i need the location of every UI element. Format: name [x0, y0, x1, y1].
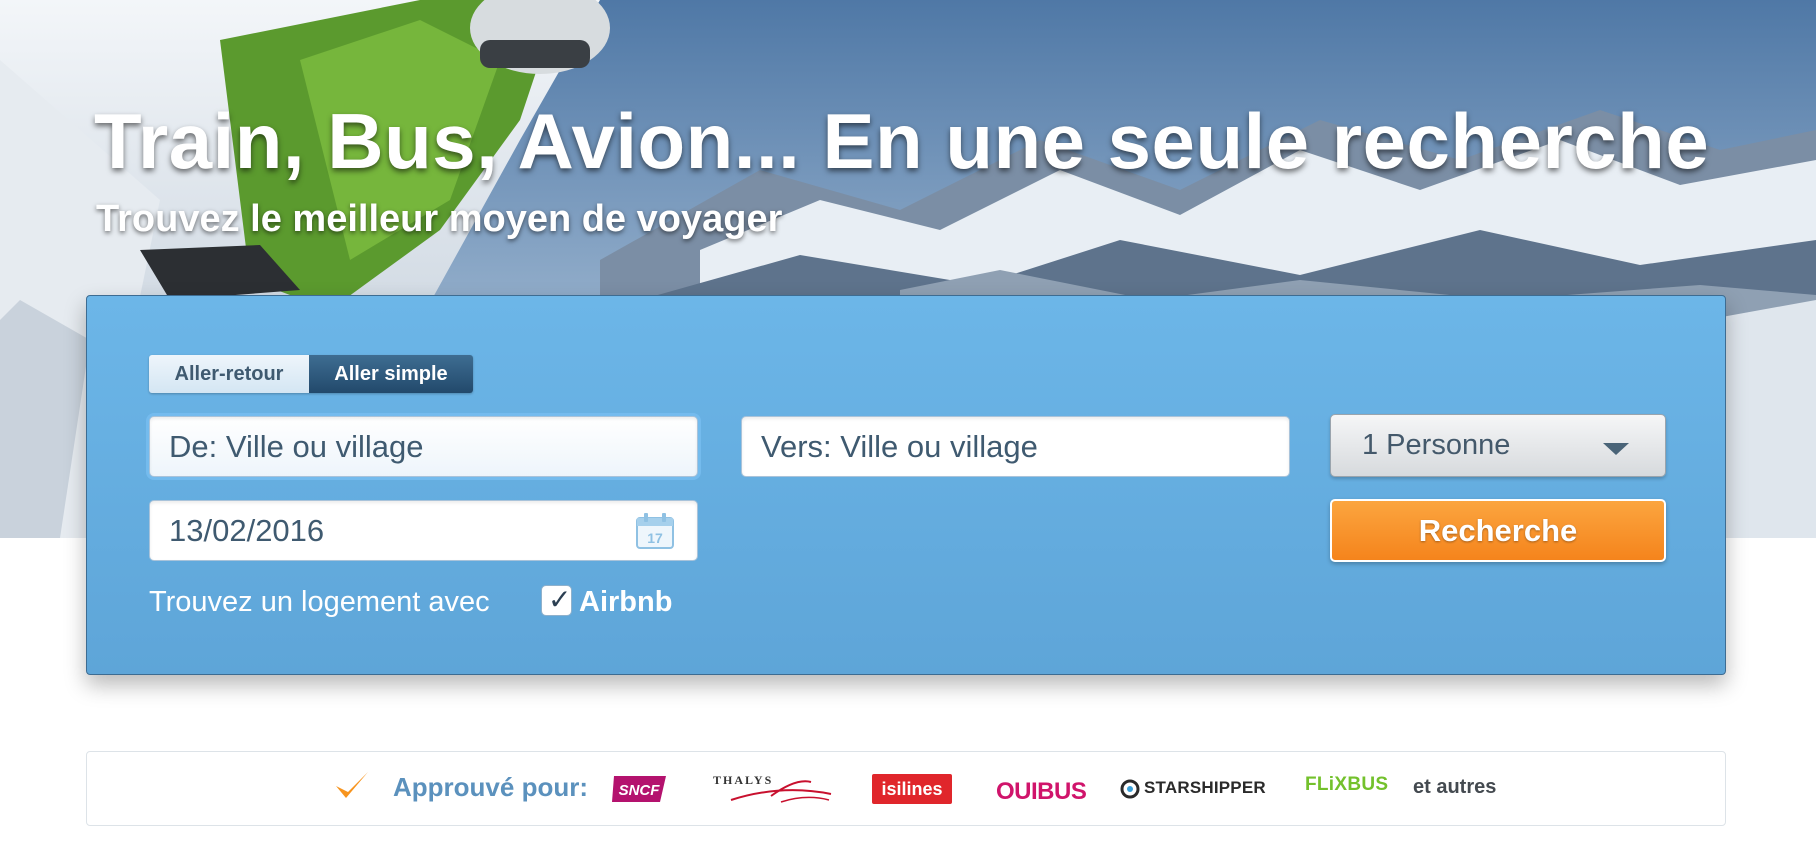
flixbus-logo: FLiXBUS: [1305, 774, 1391, 802]
calendar-icon[interactable]: 17: [635, 512, 675, 550]
hero-subtitle: Trouvez le meilleur moyen de voyager: [96, 198, 783, 240]
one-way-tab[interactable]: Aller simple: [309, 355, 473, 393]
airbnb-checkbox[interactable]: ✓: [541, 584, 572, 616]
ouibus-logo-text: OUIBUS: [996, 778, 1087, 805]
sncf-logo: SNCF: [612, 776, 666, 802]
calendar-icon-day: 17: [647, 530, 663, 546]
airbnb-label: Trouvez un logement avec: [149, 586, 490, 618]
search-button[interactable]: Recherche: [1330, 499, 1666, 562]
airbnb-brand-label: Airbnb: [579, 586, 673, 618]
more-partners-label: et autres: [1413, 776, 1497, 798]
check-icon: ✓: [548, 584, 572, 615]
thalys-logo-text: THALYS: [713, 773, 773, 787]
approved-partners-bar: Approuvé pour: SNCF THALYS isilines OUIB…: [86, 751, 1726, 826]
approved-label: Approuvé pour:: [393, 772, 588, 802]
round-trip-tab[interactable]: Aller-retour: [149, 355, 309, 393]
starshipper-mark-icon: [1120, 779, 1140, 799]
sncf-logo-text: SNCF: [619, 782, 661, 799]
flixbus-logo-text: FLiXBUS: [1305, 774, 1389, 795]
isilines-logo-text: isilines: [881, 779, 943, 799]
isilines-logo: isilines: [872, 774, 952, 804]
ouibus-logo: OUIBUS: [996, 770, 1087, 806]
to-input[interactable]: Vers: Ville ou village: [741, 416, 1290, 477]
caret-down-icon: [1603, 443, 1629, 455]
hero-title: Train, Bus, Avion... En une seule recher…: [94, 97, 1710, 185]
search-panel: Aller-retour Aller simple De: Ville ou v…: [86, 295, 1726, 675]
starshipper-logo-text: STARSHIPPER: [1144, 778, 1266, 797]
persons-select[interactable]: 1 Personne: [1330, 414, 1666, 477]
persons-value: 1 Personne: [1362, 429, 1511, 461]
from-input[interactable]: De: Ville ou village: [149, 416, 698, 477]
thalys-logo: THALYS: [713, 773, 832, 803]
date-input[interactable]: 13/02/2016 17: [149, 500, 698, 561]
trip-type-toggle: Aller-retour Aller simple: [149, 355, 473, 393]
date-value: 13/02/2016: [169, 513, 325, 548]
checkmark-icon: [336, 772, 368, 798]
starshipper-logo: STARSHIPPER: [1120, 776, 1266, 802]
